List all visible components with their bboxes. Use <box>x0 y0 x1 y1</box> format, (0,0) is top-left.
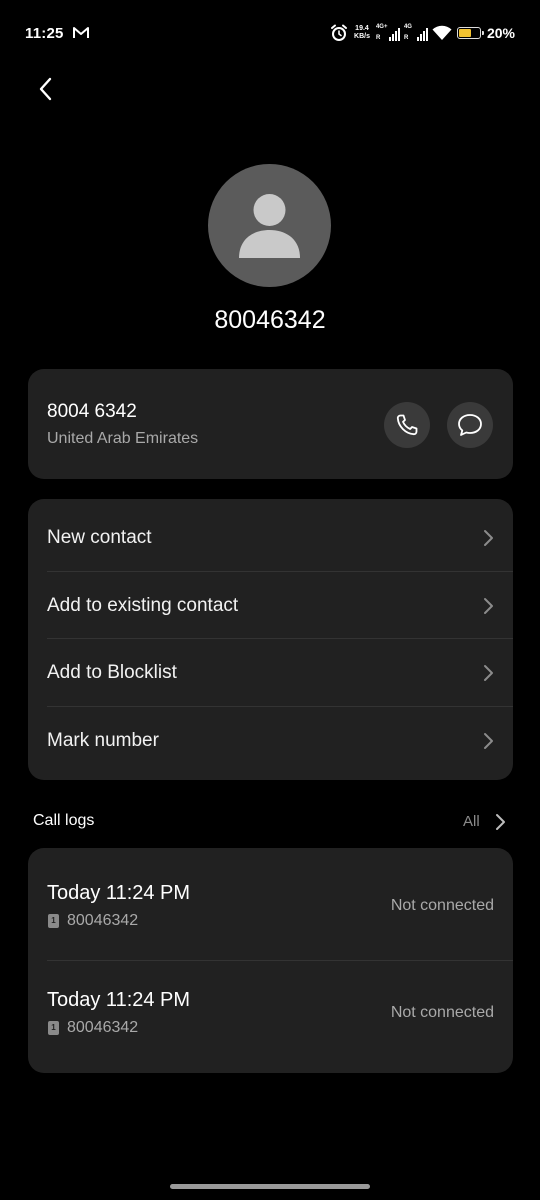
battery-level <box>458 29 471 37</box>
network-speed-unit: KB/s <box>354 33 370 40</box>
sim-card-icon: 1 <box>48 914 59 928</box>
new-contact-item[interactable]: New contact <box>28 504 513 572</box>
action-label: Add to Blocklist <box>47 662 177 683</box>
call-log-time: Today 11:24 PM <box>47 989 191 1011</box>
chevron-right-icon <box>484 598 493 614</box>
status-bar: 11:25 19.4 KB/s 4G+ R 4G R 20% <box>0 0 540 66</box>
call-button[interactable] <box>384 402 430 448</box>
avatar <box>208 164 331 287</box>
chevron-left-icon <box>39 77 52 101</box>
add-to-existing-contact-item[interactable]: Add to existing contact <box>28 572 513 640</box>
chevron-right-icon <box>484 530 493 546</box>
chevron-right-icon <box>484 733 493 749</box>
add-to-blocklist-item[interactable]: Add to Blocklist <box>28 639 513 707</box>
chevron-right-icon <box>484 665 493 681</box>
status-time: 11:25 <box>25 25 64 42</box>
call-logs-card: Today 11:24 PM 1 80046342 Not connected … <box>28 848 513 1073</box>
phone-number-card: 8004 6342 United Arab Emirates <box>28 369 513 479</box>
sim1-roaming: R <box>375 35 381 41</box>
battery-percent: 20% <box>486 25 515 41</box>
call-log-row[interactable]: Today 11:24 PM 1 80046342 Not connected <box>28 955 513 1063</box>
call-log-number: 80046342 <box>67 912 139 929</box>
battery-icon <box>456 27 484 39</box>
call-log-row[interactable]: Today 11:24 PM 1 80046342 Not connected <box>28 848 513 956</box>
person-icon <box>239 194 300 258</box>
sim2-signal-icon: 4G R <box>404 24 428 42</box>
sim1-signal-icon: 4G+ R <box>376 24 400 42</box>
network-speed: 19.4 KB/s <box>354 25 370 41</box>
status-icons: 19.4 KB/s 4G+ R 4G R 20% <box>330 22 515 44</box>
chevron-right-icon[interactable] <box>493 813 507 831</box>
phone-icon <box>396 414 418 436</box>
message-bubble-icon <box>458 414 482 436</box>
call-log-number: 80046342 <box>67 1019 139 1036</box>
alarm-icon <box>331 24 348 41</box>
sim-card-icon: 1 <box>48 1021 59 1035</box>
message-button[interactable] <box>447 402 493 448</box>
call-logs-title: Call logs <box>33 812 95 829</box>
phone-country: United Arab Emirates <box>47 430 199 447</box>
sim2-network-type: 4G <box>403 24 412 30</box>
sim2-roaming: R <box>403 35 409 41</box>
action-label: New contact <box>47 527 152 548</box>
action-label: Mark number <box>47 730 159 751</box>
wifi-icon <box>432 25 452 40</box>
page-title: 80046342 <box>214 306 326 334</box>
actions-card: New contact Add to existing contact Add … <box>28 499 513 780</box>
home-indicator[interactable] <box>170 1184 370 1189</box>
phone-number: 8004 6342 <box>47 401 137 422</box>
network-speed-value: 19.4 <box>355 25 369 32</box>
mark-number-item[interactable]: Mark number <box>28 707 513 775</box>
back-button[interactable] <box>28 72 62 106</box>
call-log-status: Not connected <box>390 897 494 914</box>
sim1-network-type: 4G+ <box>375 24 388 30</box>
action-label: Add to existing contact <box>47 595 239 616</box>
call-log-status: Not connected <box>390 1004 494 1021</box>
gmail-icon <box>73 27 89 38</box>
call-logs-all-link[interactable]: All <box>463 813 480 830</box>
call-log-time: Today 11:24 PM <box>47 882 191 904</box>
